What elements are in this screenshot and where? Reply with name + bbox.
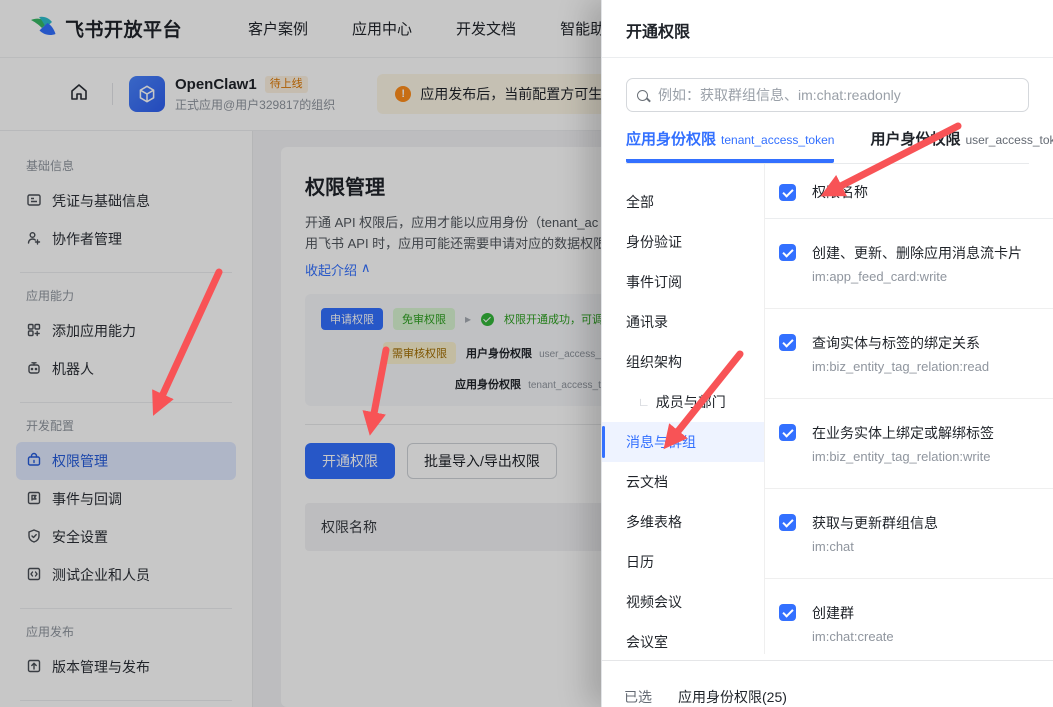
drawer-footer: 已选 应用身份权限(25)	[602, 660, 1053, 707]
category-list: 全部 身份验证 事件订阅 通讯录 组织架构 ∟ 成员与部门 消息与群组 云文档 …	[602, 164, 764, 654]
selected-count: 应用身份权限(25)	[678, 689, 787, 705]
permission-checkbox[interactable]	[779, 604, 796, 621]
category-all[interactable]: 全部	[602, 182, 764, 222]
category-contacts[interactable]: 通讯录	[602, 302, 764, 342]
permission-search[interactable]	[626, 78, 1029, 112]
permission-checkbox[interactable]	[779, 514, 796, 531]
selected-label: 已选	[624, 689, 652, 705]
permission-list: 权限名称 创建、更新、删除应用消息流卡片 im:app_feed_card:wr…	[764, 164, 1053, 654]
permission-checkbox[interactable]	[779, 334, 796, 351]
category-calendar[interactable]: 日历	[602, 542, 764, 582]
category-members-departments[interactable]: ∟ 成员与部门	[602, 382, 764, 422]
token-tabs: 应用身份权限 tenant_access_token 用户身份权限 user_acc…	[626, 128, 1053, 164]
sub-connector-icon: ∟	[638, 395, 650, 409]
category-identity-verification[interactable]: 身份验证	[602, 222, 764, 262]
permission-row: 在业务实体上绑定或解绑标签 im:biz_entity_tag_relation…	[765, 399, 1053, 489]
permission-row: 创建群 im:chat:create	[765, 579, 1053, 668]
permission-row: 查询实体与标签的绑定关系 im:biz_entity_tag_relation:…	[765, 309, 1053, 399]
permission-row: 创建、更新、删除应用消息流卡片 im:app_feed_card:write	[765, 219, 1053, 309]
category-video-meetings[interactable]: 视频会议	[602, 582, 764, 622]
category-event-subscription[interactable]: 事件订阅	[602, 262, 764, 302]
permission-checkbox[interactable]	[779, 244, 796, 261]
app-viewport: 飞书开放平台 客户案例 应用中心 开发文档 智能助手 ✦AI 开发	[0, 0, 1053, 707]
open-permissions-drawer: 开通权限 应用身份权限tenant_access_token 用户身份权限use…	[601, 0, 1053, 707]
category-org-structure[interactable]: 组织架构	[602, 342, 764, 382]
select-all-checkbox[interactable]	[779, 184, 796, 201]
search-input[interactable]	[656, 86, 1018, 104]
search-icon	[637, 89, 648, 101]
drawer-title: 开通权限	[602, 0, 1053, 58]
permission-row: 获取与更新群组信息 im:chat	[765, 489, 1053, 579]
drawer-body: 全部 身份验证 事件订阅 通讯录 组织架构 ∟ 成员与部门 消息与群组 云文档 …	[602, 164, 1053, 654]
tab-tenant-access-token[interactable]: 应用身份权限 tenant_access_token	[626, 128, 835, 163]
permission-checkbox[interactable]	[779, 424, 796, 441]
category-cloud-docs[interactable]: 云文档	[602, 462, 764, 502]
category-meeting-rooms[interactable]: 会议室	[602, 622, 764, 662]
category-messages-groups[interactable]: 消息与群组	[602, 422, 764, 462]
category-base-tables[interactable]: 多维表格	[602, 502, 764, 542]
tab-user-access-token[interactable]: 用户身份权限user_access_token	[870, 128, 1053, 163]
permission-list-header: 权限名称	[765, 164, 1053, 219]
